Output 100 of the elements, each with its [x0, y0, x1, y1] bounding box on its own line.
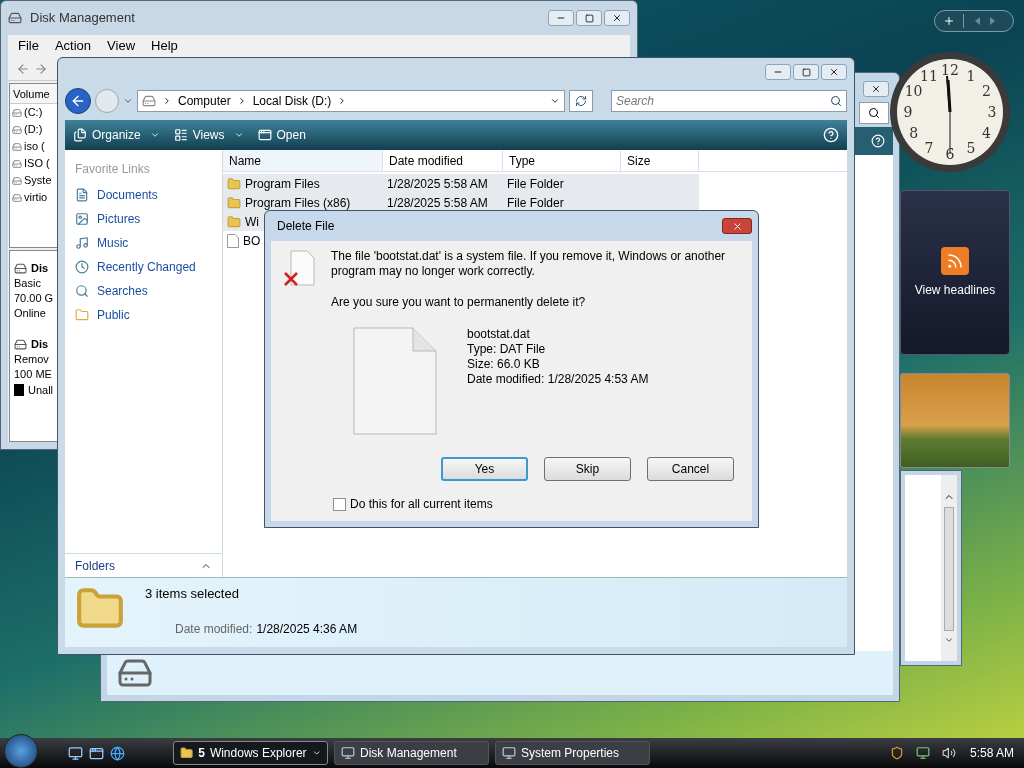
dropdown-icon[interactable]	[550, 96, 560, 106]
security-icon[interactable]	[889, 746, 904, 760]
maximize-button[interactable]	[576, 10, 602, 26]
type-cell-text: File Folder	[506, 194, 565, 212]
disk-info: 70.00 G	[14, 291, 54, 306]
breadcrumb[interactable]: Local Disk (D:)	[252, 92, 332, 110]
browser-icon[interactable]	[110, 745, 125, 761]
forward-icon[interactable]	[34, 61, 48, 76]
column-header[interactable]: Name	[223, 150, 383, 171]
drive-entry[interactable]: iso (	[24, 140, 45, 153]
refresh-button[interactable]	[569, 90, 593, 112]
drive-icon	[12, 192, 22, 203]
column-header[interactable]: Type	[503, 150, 621, 171]
selection-summary: 3 items selected	[145, 585, 240, 603]
file-icon	[353, 327, 437, 435]
file-property: Type: DAT File	[467, 342, 547, 357]
toolbar-button[interactable]: Open	[257, 126, 306, 144]
property-value: 1/28/2025 4:36 AM	[256, 620, 358, 638]
file-row[interactable]: Program Files (x86) 1/28/2025 5:58 AM File Folder	[223, 193, 699, 212]
drive-entry[interactable]: ISO (	[24, 157, 50, 170]
menu-item[interactable]: File	[18, 36, 39, 56]
toolbar-button[interactable]: Organize	[73, 126, 160, 144]
search-field[interactable]	[859, 102, 889, 124]
app-icon	[341, 746, 355, 760]
caret-icon	[149, 130, 160, 140]
toolbar-button[interactable]: Views	[173, 126, 244, 144]
clock-numeral: 6	[945, 146, 955, 162]
desktop-icon[interactable]	[68, 745, 83, 761]
help-icon[interactable]	[823, 127, 839, 143]
column-header[interactable]: Date modified	[383, 150, 503, 171]
drive-entry[interactable]: (D:)	[24, 123, 43, 136]
close-icon	[731, 220, 743, 232]
disk-name: Dis	[31, 337, 49, 352]
favorite-link[interactable]: Searches	[97, 282, 148, 300]
drive-entry[interactable]: (C:)	[24, 106, 43, 119]
scroll-down-icon[interactable]	[944, 635, 954, 645]
scrollbar-track[interactable]	[944, 507, 954, 631]
back-button[interactable]	[65, 88, 91, 114]
close-button[interactable]	[722, 218, 752, 234]
checkbox[interactable]	[333, 497, 346, 511]
close-button[interactable]	[863, 81, 889, 97]
favorite-link[interactable]: Pictures	[97, 210, 141, 228]
search-field[interactable]: Search	[611, 90, 847, 112]
close-icon	[612, 13, 622, 23]
minimize-button[interactable]	[765, 64, 791, 80]
clock-numeral: 2	[981, 83, 991, 99]
file-name: BO	[243, 232, 261, 250]
file-property: Size: 66.0 KB	[467, 357, 541, 372]
close-button[interactable]	[604, 10, 630, 26]
start-button[interactable]	[4, 734, 38, 768]
window-switch-icon[interactable]	[89, 745, 104, 761]
favorite-link[interactable]: Music	[97, 234, 129, 252]
drive-entry[interactable]: Syste	[24, 174, 52, 187]
property-label: Date modified:	[175, 620, 253, 638]
search-icon[interactable]	[830, 95, 842, 107]
file-row[interactable]: Program Files 1/28/2025 5:58 AM File Folder	[223, 174, 699, 193]
window-title: Disk Management	[30, 9, 135, 28]
back-icon[interactable]	[16, 61, 30, 76]
link-icon	[75, 308, 89, 322]
help-icon[interactable]	[871, 134, 885, 148]
disk-info: Online	[14, 306, 46, 321]
address-bar[interactable]: Computer Local Disk (D:)	[137, 90, 565, 112]
menu-item[interactable]: Help	[151, 36, 178, 56]
menu-item[interactable]: View	[107, 36, 136, 56]
dialog-button[interactable]: Cancel	[647, 457, 734, 481]
minimize-button[interactable]	[548, 10, 574, 26]
dialog-question: Are you sure you want to permanently delete it?	[331, 294, 587, 311]
folder-icon	[227, 214, 241, 229]
clock-numeral: 3	[987, 104, 997, 120]
breadcrumb-separator-icon[interactable]	[162, 96, 172, 106]
back-icon	[70, 93, 86, 109]
taskbar-label: Disk Management	[360, 745, 457, 762]
dialog-button[interactable]: Yes	[441, 457, 528, 481]
clock-time[interactable]: 5:58 AM	[969, 744, 1014, 762]
dialog-button[interactable]: Skip	[544, 457, 631, 481]
favorite-link[interactable]: Documents	[97, 186, 158, 204]
taskbar-button[interactable]: Disk Management	[334, 741, 489, 765]
menu-item[interactable]: Action	[54, 36, 92, 56]
drive-entry[interactable]: virtio	[24, 191, 48, 204]
legend-label: Unall	[28, 383, 54, 398]
rss-icon	[941, 246, 969, 275]
dropdown-icon[interactable]	[123, 96, 133, 106]
network-icon[interactable]	[915, 746, 930, 760]
clock-numeral: 11	[920, 67, 938, 84]
add-gadget-icon[interactable]	[943, 15, 955, 27]
column-header[interactable]: Size	[621, 150, 699, 171]
link-icon	[75, 188, 89, 202]
breadcrumb[interactable]: Computer	[178, 92, 231, 110]
maximize-button[interactable]	[793, 64, 819, 80]
drive-icon	[12, 107, 22, 118]
favorite-link[interactable]: Recently Changed	[97, 258, 196, 276]
gadget-link[interactable]: View headlines	[914, 280, 996, 299]
clock-numeral: 4	[981, 125, 991, 141]
taskbar-button[interactable]: System Properties	[495, 741, 650, 765]
favorite-link[interactable]: Public	[97, 306, 130, 324]
checkbox-label[interactable]: Do this for all current items	[350, 495, 493, 513]
file-name: Program Files	[245, 175, 320, 193]
window-count: 5	[198, 745, 205, 762]
taskbar-button[interactable]: 5 Windows Explorer	[173, 741, 328, 765]
close-button[interactable]	[821, 64, 847, 80]
